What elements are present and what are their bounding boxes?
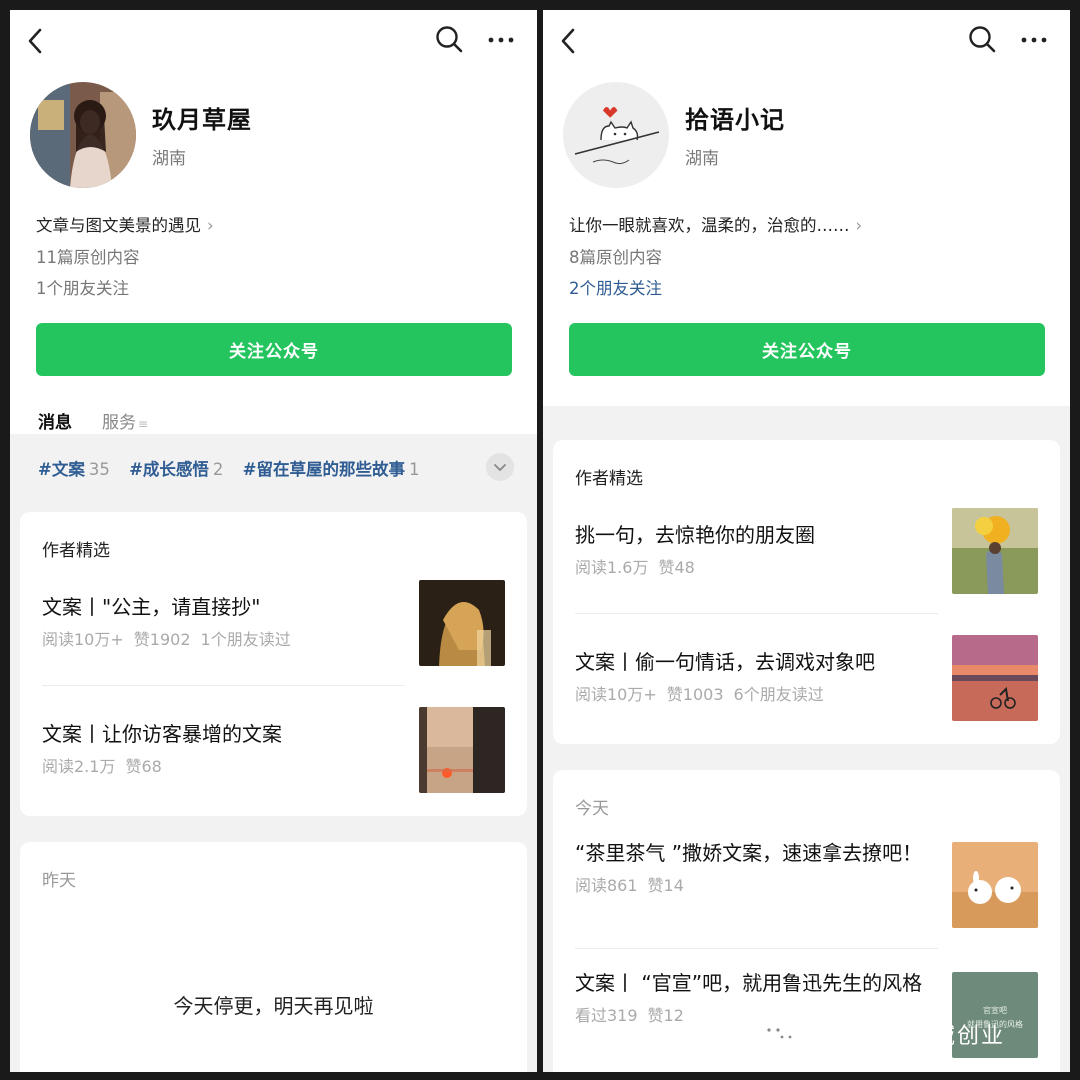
search-icon[interactable] xyxy=(434,24,464,54)
account-region: 湖南 xyxy=(152,149,186,169)
like-count: 赞14 xyxy=(647,876,684,895)
avatar[interactable] xyxy=(563,82,669,188)
intro-text: 让你一眼就喜欢，温柔的，治愈的…… xyxy=(569,216,850,235)
read-count: 看过319 xyxy=(575,1006,638,1025)
tags-expand-button[interactable] xyxy=(486,453,514,481)
tag-item[interactable]: #文案 35 xyxy=(38,460,110,479)
search-icon[interactable] xyxy=(967,24,997,54)
article-item[interactable]: “茶里茶气 ”撒娇文案，速速拿去撩吧！ 阅读861 赞14 xyxy=(575,838,1038,934)
author-picks-heading: 作者精选 xyxy=(575,469,643,489)
article-title: 文案丨"公主，请直接抄" xyxy=(42,595,261,619)
divider xyxy=(42,685,405,686)
article-item[interactable]: 挑一句，去惊艳你的朋友圈 阅读1.6万 赞48 xyxy=(575,508,1038,594)
watermark: 公众号 · 私域创业 xyxy=(758,1018,1005,1050)
read-count: 阅读10万+ xyxy=(42,630,124,649)
tag-bar: #文案 35 #成长感悟 2 #留在草屋的那些故事 1 xyxy=(38,456,433,480)
article-thumbnail xyxy=(419,707,505,793)
read-count: 阅读861 xyxy=(575,876,638,895)
original-count: 8篇原创内容 xyxy=(569,248,662,267)
tag-count: 1 xyxy=(408,460,420,479)
article-title: 文案丨让你访客暴增的文案 xyxy=(42,722,282,746)
like-count: 赞48 xyxy=(658,558,695,577)
right-profile-panel: 拾语小记 湖南 让你一眼就喜欢，温柔的，治愈的…… › 8篇原创内容 2个朋友关注… xyxy=(543,10,1070,1072)
tab-services-label: 服务 xyxy=(102,413,136,433)
divider xyxy=(575,948,938,949)
friends-read: 6个朋友读过 xyxy=(733,685,824,704)
read-count: 阅读2.1万 xyxy=(42,757,116,776)
article-title: 文案丨 “官宣”吧，就用鲁迅先生的风格 xyxy=(575,971,923,995)
services-menu-icon: ≡ xyxy=(138,417,149,431)
date-heading: 今天 xyxy=(575,799,609,819)
article-item[interactable]: 文案丨偷一句情话，去调戏对象吧 阅读10万+ 赞1003 6个朋友读过 xyxy=(575,635,1038,721)
like-count: 赞12 xyxy=(647,1006,684,1025)
tag-count: 2 xyxy=(212,460,224,479)
friends-follow[interactable]: 2个朋友关注 xyxy=(569,275,662,299)
account-intro[interactable]: 文章与图文美景的遇见 › xyxy=(36,212,214,236)
read-count: 阅读1.6万 xyxy=(575,558,649,577)
follow-button[interactable]: 关注公众号 xyxy=(36,323,512,376)
tab-services[interactable]: 服务 ≡ xyxy=(102,408,148,433)
left-profile-panel: 玖月草屋 湖南 文章与图文美景的遇见 › 11篇原创内容 1个朋友关注 关注公众号… xyxy=(10,10,537,1072)
like-count: 赞1003 xyxy=(666,685,724,704)
article-item[interactable]: 文案丨让你访客暴增的文案 阅读2.1万 赞68 xyxy=(42,707,505,793)
article-title: 文案丨偷一句情话，去调戏对象吧 xyxy=(575,650,875,674)
account-name: 玖月草屋 xyxy=(152,106,252,134)
tag-name: #文案 xyxy=(38,460,85,479)
back-arrow-icon[interactable] xyxy=(24,26,48,56)
friends-follow[interactable]: 1个朋友关注 xyxy=(36,275,129,299)
tag-name: #留在草屋的那些故事 xyxy=(242,460,405,479)
chevron-right-icon: › xyxy=(855,216,863,235)
wechat-logo-icon xyxy=(760,1021,798,1048)
notice-text: 今天停更，明天再见啦 xyxy=(173,994,374,1018)
account-region: 湖南 xyxy=(685,149,719,169)
article-title: “茶里茶气 ”撒娇文案，速速拿去撩吧！ xyxy=(575,841,923,865)
article-thumbnail xyxy=(952,635,1038,721)
article-thumbnail xyxy=(419,580,505,666)
chevron-right-icon: › xyxy=(207,216,214,235)
date-group-card: 昨天 今天停更，明天再见啦 xyxy=(20,842,527,1072)
more-dots-icon[interactable] xyxy=(1019,28,1049,52)
chevron-down-icon xyxy=(494,464,506,471)
article-thumbnail xyxy=(952,508,1038,594)
avatar[interactable] xyxy=(30,82,136,188)
article-item[interactable]: 文案丨"公主，请直接抄" 阅读10万+ 赞1902 1个朋友读过 xyxy=(42,580,505,666)
thumbnail-line: 官宣吧 xyxy=(983,1006,1007,1015)
tag-name: #成长感悟 xyxy=(129,460,209,479)
divider xyxy=(575,613,938,614)
article-title: 挑一句，去惊艳你的朋友圈 xyxy=(575,523,815,547)
follow-button[interactable]: 关注公众号 xyxy=(569,323,1045,376)
like-count: 赞1902 xyxy=(133,630,191,649)
like-count: 赞68 xyxy=(125,757,162,776)
more-dots-icon[interactable] xyxy=(486,28,516,52)
watermark-text: 公众号 · 私域创业 xyxy=(810,1024,1005,1049)
intro-text: 文章与图文美景的遇见 xyxy=(36,216,201,235)
tag-count: 35 xyxy=(88,460,110,479)
date-heading: 昨天 xyxy=(42,871,76,891)
back-arrow-icon[interactable] xyxy=(557,26,581,56)
article-thumbnail xyxy=(952,842,1038,928)
author-picks-card: 作者精选 文案丨"公主，请直接抄" 阅读10万+ 赞1902 1个朋友读过 文案丨让… xyxy=(20,512,527,816)
original-count: 11篇原创内容 xyxy=(36,248,140,267)
tag-item[interactable]: #成长感悟 2 xyxy=(129,460,223,479)
friends-read: 1个朋友读过 xyxy=(200,630,291,649)
account-name: 拾语小记 xyxy=(685,106,785,134)
tag-item[interactable]: #留在草屋的那些故事 1 xyxy=(243,460,420,479)
tab-messages[interactable]: 消息 xyxy=(38,408,72,441)
author-picks-card: 作者精选 挑一句，去惊艳你的朋友圈 阅读1.6万 赞48 文案丨偷一句情话，去调戏… xyxy=(553,440,1060,744)
read-count: 阅读10万+ xyxy=(575,685,657,704)
account-intro[interactable]: 让你一眼就喜欢，温柔的，治愈的…… › xyxy=(569,212,862,236)
author-picks-heading: 作者精选 xyxy=(42,541,110,561)
